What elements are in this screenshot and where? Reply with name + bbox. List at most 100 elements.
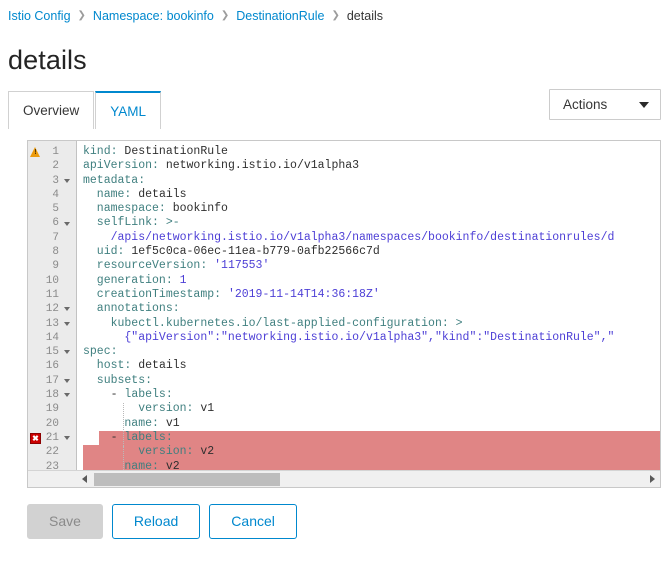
- reload-button[interactable]: Reload: [111, 504, 201, 539]
- code-token: v1: [165, 416, 180, 430]
- line-number: 14: [45, 331, 59, 344]
- warning-triangle-icon[interactable]: [30, 147, 41, 158]
- gutter-line-20[interactable]: 20: [28, 417, 76, 431]
- code-line-7[interactable]: /apis/networking.istio.io/v1alpha3/names…: [77, 231, 660, 245]
- scroll-right-button[interactable]: [645, 472, 660, 487]
- line-number: 17: [45, 374, 59, 387]
- yaml-editor-body[interactable]: 1234567891011121314151617181920✖21222324…: [28, 141, 660, 470]
- code-line-16[interactable]: host: details: [77, 359, 660, 373]
- gutter-line-7[interactable]: 7: [28, 231, 76, 245]
- actions-dropdown-button[interactable]: Actions: [549, 89, 661, 120]
- breadcrumb-item-1[interactable]: Istio Config: [8, 9, 71, 23]
- code-line-10[interactable]: generation: 1: [77, 274, 660, 288]
- gutter-line-5[interactable]: 5: [28, 202, 76, 216]
- triangle-down-icon: [64, 350, 70, 355]
- editor-horizontal-scrollbar[interactable]: [28, 470, 660, 487]
- gutter-line-4[interactable]: 4: [28, 188, 76, 202]
- code-token: '2019-11-14T14:36:18Z': [227, 287, 380, 301]
- line-number: 8: [52, 246, 59, 259]
- code-token: metadata: [83, 173, 139, 187]
- fold-toggle-icon[interactable]: [62, 221, 72, 226]
- fold-toggle-icon[interactable]: [62, 393, 72, 398]
- code-token: {"apiVersion":"networking.istio.io/v1alp…: [83, 330, 615, 344]
- gutter-line-14[interactable]: 14: [28, 331, 76, 345]
- code-line-19[interactable]: version: v1: [77, 402, 660, 416]
- code-line-13[interactable]: kubectl.kubernetes.io/last-applied-confi…: [77, 317, 660, 331]
- code-line-8[interactable]: uid: 1ef5c0ca-06ec-11ea-b779-0afb22566c7…: [77, 245, 660, 259]
- gutter-line-16[interactable]: 16: [28, 359, 76, 373]
- gutter-line-23[interactable]: 23: [28, 460, 76, 470]
- page-title: details: [8, 45, 87, 75]
- code-token: -: [83, 388, 125, 402]
- code-line-12[interactable]: annotations:: [77, 302, 660, 316]
- code-line-9[interactable]: resourceVersion: '117553': [77, 259, 660, 273]
- code-line-1[interactable]: kind: DestinationRule: [77, 145, 660, 159]
- gutter-line-11[interactable]: 11: [28, 288, 76, 302]
- scrollbar-thumb[interactable]: [94, 472, 280, 486]
- code-line-22[interactable]: version: v2: [77, 445, 660, 460]
- gutter-line-3[interactable]: 3: [28, 174, 76, 188]
- cancel-button[interactable]: Cancel: [209, 504, 297, 539]
- code-line-2[interactable]: apiVersion: networking.istio.io/v1alpha3: [77, 159, 660, 173]
- code-token: host: [83, 359, 125, 373]
- code-token: :: [172, 302, 180, 316]
- gutter-line-8[interactable]: 8: [28, 245, 76, 259]
- gutter-line-6[interactable]: 6: [28, 216, 76, 230]
- code-token: uid: [83, 245, 118, 259]
- code-line-17[interactable]: subsets:: [77, 374, 660, 388]
- scrollbar-track[interactable]: [92, 472, 645, 486]
- gutter-line-12[interactable]: 12: [28, 302, 76, 316]
- triangle-down-icon: [64, 321, 70, 326]
- code-line-11[interactable]: creationTimestamp: '2019-11-14T14:36:18Z…: [77, 288, 660, 302]
- fold-toggle-icon[interactable]: [62, 378, 72, 383]
- fold-toggle-icon[interactable]: [62, 350, 72, 355]
- code-line-3[interactable]: metadata:: [77, 174, 660, 188]
- gutter-line-13[interactable]: 13: [28, 317, 76, 331]
- fold-toggle-icon[interactable]: [62, 321, 72, 326]
- gutter-line-2[interactable]: 2: [28, 159, 76, 173]
- code-token: resourceVersion: [83, 259, 201, 273]
- code-token: :: [214, 287, 228, 301]
- code-token: details: [138, 359, 187, 373]
- code-line-14[interactable]: {"apiVersion":"networking.istio.io/v1alp…: [77, 331, 660, 345]
- code-line-15[interactable]: spec:: [77, 345, 660, 359]
- breadcrumb-item-3[interactable]: DestinationRule: [236, 9, 324, 23]
- code-line-4[interactable]: name: details: [77, 188, 660, 202]
- gutter-line-22[interactable]: 22: [28, 445, 76, 459]
- save-button: Save: [27, 504, 103, 539]
- code-token: :: [124, 187, 139, 201]
- code-line-6[interactable]: selfLink: >-: [77, 216, 660, 230]
- code-token: apiVersion: [83, 159, 153, 173]
- fold-toggle-icon[interactable]: [62, 307, 72, 312]
- gutter-line-9[interactable]: 9: [28, 259, 76, 273]
- code-line-18[interactable]: - labels:: [77, 388, 660, 402]
- code-token: :: [165, 273, 180, 287]
- code-token: :: [110, 145, 125, 158]
- fold-toggle-icon[interactable]: [62, 178, 72, 183]
- editor-code-area[interactable]: kind: DestinationRule apiVersion: network…: [77, 141, 660, 470]
- code-token: kubectl.kubernetes.io/last-applied-confi…: [83, 316, 442, 330]
- gutter-line-21[interactable]: ✖ 21: [28, 431, 76, 445]
- code-token: v1: [200, 402, 215, 416]
- scroll-left-button[interactable]: [77, 472, 92, 487]
- gutter-line-15[interactable]: 15: [28, 345, 76, 359]
- fold-toggle-icon[interactable]: [62, 436, 72, 441]
- line-number: 19: [45, 403, 59, 416]
- breadcrumb-item-2[interactable]: Namespace: bookinfo: [93, 9, 214, 23]
- tab-overview[interactable]: Overview: [8, 91, 95, 129]
- editor-gutter[interactable]: 1234567891011121314151617181920✖21222324: [28, 141, 77, 470]
- gutter-line-18[interactable]: 18: [28, 388, 76, 402]
- code-line-5[interactable]: namespace: bookinfo: [77, 202, 660, 216]
- tab-yaml[interactable]: YAML: [95, 91, 162, 129]
- error-x-icon[interactable]: ✖: [30, 432, 41, 444]
- gutter-line-19[interactable]: 19: [28, 402, 76, 416]
- gutter-line-10[interactable]: 10: [28, 274, 76, 288]
- yaml-editor[interactable]: 1234567891011121314151617181920✖21222324…: [27, 140, 661, 488]
- gutter-line-17[interactable]: 17: [28, 374, 76, 388]
- code-line-20[interactable]: name: v1: [77, 417, 660, 431]
- code-line-23[interactable]: name: v2: [77, 459, 660, 470]
- gutter-line-1[interactable]: 1: [28, 145, 76, 159]
- gutter-marker-slot: [28, 147, 43, 158]
- code-line-21[interactable]: - labels:: [77, 430, 660, 446]
- code-token: :: [152, 459, 166, 470]
